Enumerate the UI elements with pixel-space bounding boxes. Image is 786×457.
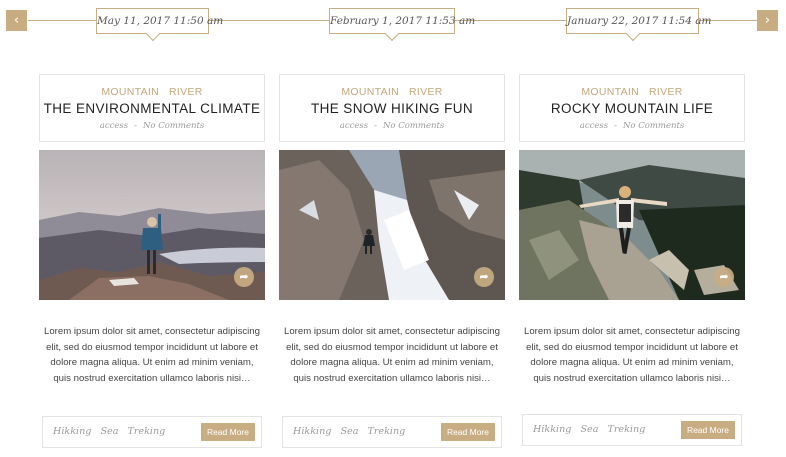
category-link[interactable]: MOUNTAIN: [101, 86, 159, 98]
post-title[interactable]: THE SNOW HIKING FUN: [280, 101, 504, 116]
tag-link[interactable]: Treking: [127, 426, 165, 437]
post-tags: Hikking Sea Treking: [533, 424, 654, 435]
category-link[interactable]: MOUNTAIN: [341, 86, 399, 98]
post-excerpt: Lorem ipsum dolor sit amet, consectetur …: [284, 326, 500, 384]
post-tags: Hikking Sea Treking: [293, 426, 414, 437]
post-categories: MOUNTAIN RIVER: [280, 86, 504, 98]
share-icon[interactable]: ➦: [714, 267, 734, 287]
post-header: MOUNTAIN RIVER ROCKY MOUNTAIN LIFE access…: [519, 74, 745, 142]
meta-separator: -: [134, 121, 137, 131]
post-header: MOUNTAIN RIVER THE ENVIRONMENTAL CLIMATE …: [39, 74, 265, 142]
hiker-on-mountain-photo[interactable]: ➦: [39, 150, 265, 300]
post-title[interactable]: THE ENVIRONMENTAL CLIMATE: [40, 101, 264, 116]
share-icon[interactable]: ➦: [474, 267, 494, 287]
post-header: MOUNTAIN RIVER THE SNOW HIKING FUN access…: [279, 74, 505, 142]
category-link[interactable]: RIVER: [169, 86, 203, 98]
post-author[interactable]: access: [580, 121, 608, 131]
tag-link[interactable]: Sea: [580, 424, 598, 435]
post-author[interactable]: access: [340, 121, 368, 131]
tag-link[interactable]: Hikking: [53, 426, 91, 437]
post-footer: Hikking Sea Treking Read More: [282, 416, 502, 448]
tag-link[interactable]: Treking: [607, 424, 645, 435]
tag-link[interactable]: Sea: [100, 426, 118, 437]
timeline-date-1[interactable]: May 11, 2017 11:50 am: [96, 8, 223, 34]
read-more-button[interactable]: Read More: [200, 423, 255, 441]
post-card: MOUNTAIN RIVER THE SNOW HIKING FUN access…: [279, 74, 505, 386]
post-meta: access - No Comments: [280, 121, 504, 131]
chevron-right-icon[interactable]: ›: [757, 10, 778, 31]
meta-separator: -: [374, 121, 377, 131]
post-card: MOUNTAIN RIVER THE ENVIRONMENTAL CLIMATE …: [39, 74, 265, 386]
timeline-date-2[interactable]: February 1, 2017 11:53 am: [329, 8, 475, 34]
post-footer: Hikking Sea Treking Read More: [522, 414, 742, 446]
post-excerpt: Lorem ipsum dolor sit amet, consectetur …: [524, 326, 740, 384]
post-categories: MOUNTAIN RIVER: [520, 86, 744, 98]
rocky-trail-photo[interactable]: ➦: [519, 150, 745, 300]
tag-link[interactable]: Sea: [340, 426, 358, 437]
post-comments[interactable]: No Comments: [623, 121, 684, 131]
read-more-button[interactable]: Read More: [440, 423, 495, 441]
category-link[interactable]: RIVER: [409, 86, 443, 98]
post-excerpt: Lorem ipsum dolor sit amet, consectetur …: [44, 326, 260, 384]
meta-separator: -: [614, 121, 617, 131]
post-categories: MOUNTAIN RIVER: [40, 86, 264, 98]
tag-link[interactable]: Hikking: [293, 426, 331, 437]
tag-link[interactable]: Hikking: [533, 424, 571, 435]
post-comments[interactable]: No Comments: [383, 121, 444, 131]
timeline-date-3[interactable]: January 22, 2017 11:54 am: [566, 8, 711, 34]
post-comments[interactable]: No Comments: [143, 121, 204, 131]
category-link[interactable]: RIVER: [649, 86, 683, 98]
share-icon[interactable]: ➦: [234, 267, 254, 287]
post-card: MOUNTAIN RIVER ROCKY MOUNTAIN LIFE access…: [519, 74, 745, 386]
post-author[interactable]: access: [100, 121, 128, 131]
chevron-left-icon[interactable]: ‹: [6, 10, 27, 31]
category-link[interactable]: MOUNTAIN: [581, 86, 639, 98]
read-more-button[interactable]: Read More: [680, 421, 735, 439]
post-footer: Hikking Sea Treking Read More: [42, 416, 262, 448]
tag-link[interactable]: Treking: [367, 426, 405, 437]
post-meta: access - No Comments: [40, 121, 264, 131]
post-meta: access - No Comments: [520, 121, 744, 131]
snow-canyon-photo[interactable]: ➦: [279, 150, 505, 300]
post-tags: Hikking Sea Treking: [53, 426, 174, 437]
post-title[interactable]: ROCKY MOUNTAIN LIFE: [520, 101, 744, 116]
